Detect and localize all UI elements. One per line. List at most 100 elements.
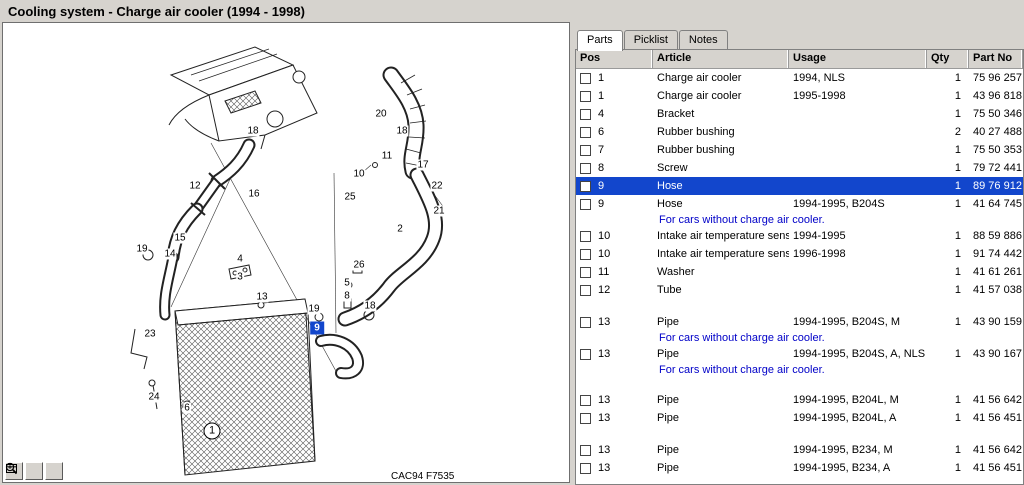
row-checkbox[interactable] xyxy=(580,445,591,456)
row-checkbox[interactable] xyxy=(580,199,591,210)
row-checkbox[interactable] xyxy=(580,267,591,278)
callout-1[interactable]: 1 xyxy=(204,423,221,440)
pos-value: 4 xyxy=(598,108,604,120)
callout-10[interactable]: 10 xyxy=(352,169,365,180)
row-checkbox[interactable] xyxy=(580,73,591,84)
table-row[interactable]: 13Pipe1994-1995, B204S, A, NLS143 90 167 xyxy=(576,345,1023,363)
qty-value: 1 xyxy=(927,90,969,102)
table-row[interactable]: 1Charge air cooler1994, NLS175 96 257 xyxy=(576,69,1023,87)
callout-19[interactable]: 19 xyxy=(307,304,320,315)
table-row[interactable]: 13Pipe1994-1995, B234, M141 56 642 xyxy=(576,441,1023,459)
pos-cell: 13 xyxy=(576,394,653,406)
tab-notes[interactable]: Notes xyxy=(679,30,728,49)
callout-8[interactable]: 8 xyxy=(343,291,351,302)
pos-cell: 13 xyxy=(576,462,653,474)
callout-18[interactable]: 18 xyxy=(246,126,259,137)
callout-13[interactable]: 13 xyxy=(255,292,268,303)
tab-parts[interactable]: Parts xyxy=(577,30,623,51)
table-row[interactable]: 13Pipe1994-1995, B204L, A141 56 451 xyxy=(576,409,1023,427)
usage-value: 1995-1998 xyxy=(789,90,927,102)
part-value: 40 27 488 xyxy=(969,126,1023,138)
table-row[interactable]: 10Intake air temperature sensor1994-1995… xyxy=(576,227,1023,245)
row-checkbox[interactable] xyxy=(580,231,591,242)
table-row[interactable]: 13Pipe1994-1995, B204S, M143 90 159 xyxy=(576,313,1023,331)
callout-2[interactable]: 2 xyxy=(396,224,404,235)
usage-value: 1994-1995, B204L, A xyxy=(789,412,927,424)
row-checkbox[interactable] xyxy=(580,127,591,138)
row-spacer xyxy=(576,427,1023,441)
pos-cell: 4 xyxy=(576,108,653,120)
pos-cell: 13 xyxy=(576,412,653,424)
usage-value: 1994-1995, B204S, M xyxy=(789,316,927,328)
page-title: Cooling system - Charge air cooler (1994… xyxy=(0,0,1024,22)
callout-20[interactable]: 20 xyxy=(374,109,387,120)
callout-22[interactable]: 22 xyxy=(430,181,443,192)
table-row[interactable]: 12Tube141 57 038 xyxy=(576,281,1023,299)
pos-value: 13 xyxy=(598,412,610,424)
callout-selected[interactable]: 9 xyxy=(310,322,324,335)
callout-19[interactable]: 19 xyxy=(135,244,148,255)
column-header-part[interactable]: Part No xyxy=(969,50,1023,68)
table-row[interactable]: 6Rubber bushing240 27 488 xyxy=(576,123,1023,141)
callout-16[interactable]: 16 xyxy=(247,189,260,200)
table-row[interactable]: 10Intake air temperature sensor1996-1998… xyxy=(576,245,1023,263)
row-checkbox[interactable] xyxy=(580,463,591,474)
row-checkbox[interactable] xyxy=(580,249,591,260)
qty-value: 1 xyxy=(927,162,969,174)
callout-18[interactable]: 18 xyxy=(363,301,376,312)
table-row[interactable]: 13Pipe1994-1995, B234, A141 56 451 xyxy=(576,459,1023,477)
pos-cell: 12 xyxy=(576,284,653,296)
callout-24[interactable]: 24 xyxy=(147,392,160,403)
pos-cell: 1 xyxy=(576,72,653,84)
tab-picklist[interactable]: Picklist xyxy=(624,30,678,49)
callout-4[interactable]: 4 xyxy=(236,254,244,265)
callout-3[interactable]: 3 xyxy=(236,272,244,283)
row-checkbox[interactable] xyxy=(580,109,591,120)
qty-value: 1 xyxy=(927,394,969,406)
zoom-out-button[interactable] xyxy=(25,462,43,480)
row-checkbox[interactable] xyxy=(580,91,591,102)
table-row[interactable]: 1Charge air cooler1995-1998143 96 818 xyxy=(576,87,1023,105)
table-row[interactable]: 7Rubber bushing175 50 353 xyxy=(576,141,1023,159)
table-row[interactable]: 13Pipe1994-1995, B204L, M141 56 642 xyxy=(576,391,1023,409)
fit-view-button[interactable] xyxy=(45,462,63,480)
callout-12[interactable]: 12 xyxy=(188,181,201,192)
callout-21[interactable]: 21 xyxy=(432,206,445,217)
qty-value: 1 xyxy=(927,230,969,242)
table-row[interactable]: 8Screw179 72 441 xyxy=(576,159,1023,177)
article-value: Pipe xyxy=(653,462,789,474)
row-checkbox[interactable] xyxy=(580,145,591,156)
row-checkbox[interactable] xyxy=(580,395,591,406)
pos-value: 13 xyxy=(598,348,610,360)
row-checkbox[interactable] xyxy=(580,349,591,360)
row-checkbox[interactable] xyxy=(580,317,591,328)
callout-5[interactable]: 5 xyxy=(343,278,351,289)
row-checkbox[interactable] xyxy=(580,285,591,296)
callout-17[interactable]: 17 xyxy=(416,160,429,171)
table-row-selected[interactable]: 9Hose189 76 912 xyxy=(576,177,1023,195)
part-value: 43 96 818 xyxy=(969,90,1023,102)
table-row[interactable]: 4Bracket175 50 346 xyxy=(576,105,1023,123)
callout-11[interactable]: 11 xyxy=(381,151,393,162)
callout-6[interactable]: 6 xyxy=(183,403,191,414)
row-checkbox[interactable] xyxy=(580,163,591,174)
callout-26[interactable]: 26 xyxy=(352,260,365,271)
pos-cell: 6 xyxy=(576,126,653,138)
callout-23[interactable]: 23 xyxy=(143,329,156,340)
table-row[interactable]: 11Washer141 61 261 xyxy=(576,263,1023,281)
column-header-pos[interactable]: Pos xyxy=(576,50,653,68)
callout-15[interactable]: 15 xyxy=(173,233,186,244)
callout-25[interactable]: 25 xyxy=(343,192,356,203)
article-value: Rubber bushing xyxy=(653,126,789,138)
table-row[interactable]: 9Hose1994-1995, B204S141 64 745 xyxy=(576,195,1023,213)
article-value: Hose xyxy=(653,180,789,192)
column-header-qty[interactable]: Qty xyxy=(927,50,969,68)
row-spacer xyxy=(576,377,1023,391)
usage-note: For cars without charge air cooler. xyxy=(576,213,1023,227)
callout-14[interactable]: 14 xyxy=(163,249,176,260)
row-checkbox[interactable] xyxy=(580,413,591,424)
callout-18[interactable]: 18 xyxy=(395,126,408,137)
column-header-usage[interactable]: Usage xyxy=(789,50,927,68)
row-checkbox[interactable] xyxy=(580,181,591,192)
column-header-article[interactable]: Article xyxy=(653,50,789,68)
